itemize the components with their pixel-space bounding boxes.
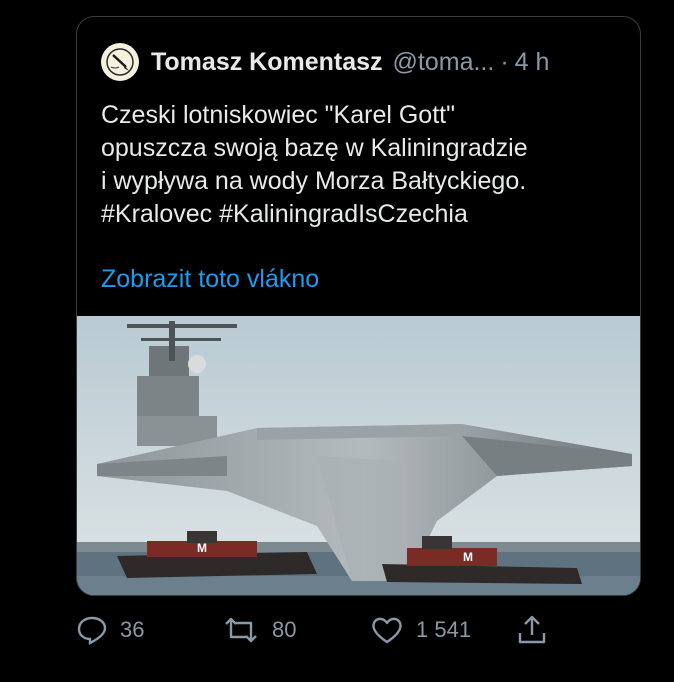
tweet-hashtags[interactable]: #Kralovec #KaliningradIsCzechia [101, 198, 621, 231]
reply-icon [77, 616, 107, 645]
retweet-button[interactable]: 80 [222, 615, 296, 645]
share-icon [518, 615, 546, 644]
tweet-header: Tomasz Komentasz @toma... · 4 h [101, 43, 549, 81]
avatar-pen-icon [106, 48, 134, 76]
quoted-tweet-card[interactable]: Tomasz Komentasz @toma... · 4 h Czeski l… [76, 16, 641, 596]
like-count: 1 541 [416, 617, 472, 642]
like-icon [372, 617, 402, 644]
share-button[interactable] [516, 613, 548, 645]
tweet-actions: 36 80 1 541 [76, 612, 556, 652]
retweet-icon [225, 617, 257, 643]
retweet-count: 80 [272, 617, 297, 642]
author-name[interactable]: Tomasz Komentasz [151, 48, 383, 77]
tweet-text-line: i wypływa na wody Morza Bałtyckiego. [101, 167, 527, 195]
like-button[interactable]: 1 541 [370, 615, 471, 645]
tweet-media-image[interactable]: M M [77, 316, 641, 596]
reply-count: 36 [120, 617, 145, 642]
author-handle[interactable]: @toma... [393, 48, 495, 77]
reply-button[interactable]: 36 [76, 615, 144, 645]
tug-marking: M [197, 541, 207, 555]
avatar[interactable] [101, 43, 139, 81]
tug-marking: M [463, 550, 473, 564]
show-thread-link[interactable]: Zobrazit toto vlákno [101, 265, 319, 294]
tweet-text-line: Czeski lotniskowiec "Karel Gott" [101, 101, 455, 129]
tweet-timestamp[interactable]: 4 h [515, 48, 550, 77]
tweet-text-line: opuszcza swoją bazę w Kaliningradzie [101, 134, 528, 162]
separator-dot: · [500, 47, 509, 76]
tweet-text: Czeski lotniskowiec "Karel Gott" opuszcz… [101, 99, 621, 231]
